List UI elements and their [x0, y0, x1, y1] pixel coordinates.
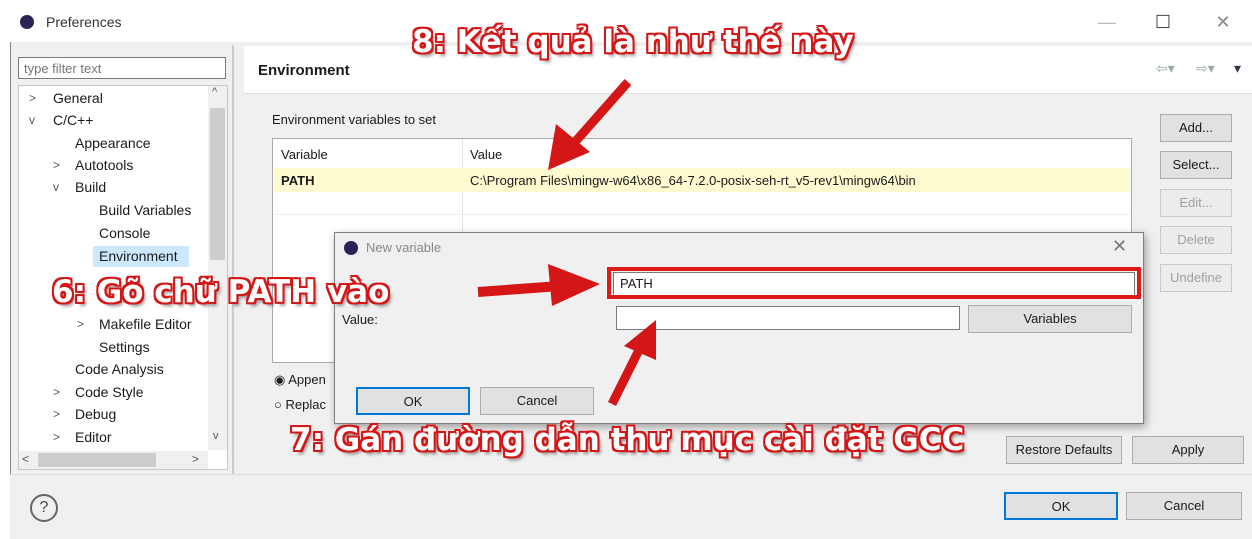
- arrow-to-table-icon: [548, 79, 632, 170]
- arrow-to-name-field-icon: [477, 264, 600, 306]
- arrow-to-value-field-icon: [607, 320, 656, 407]
- annotation-step-8: 8: Kết quả là như thế này: [412, 24, 854, 60]
- annotation-step-7: 7: Gán đường dẫn thư mục cài đặt GCC: [290, 422, 965, 458]
- annotation-step-6: 6: Gõ chữ PATH vào: [52, 274, 390, 310]
